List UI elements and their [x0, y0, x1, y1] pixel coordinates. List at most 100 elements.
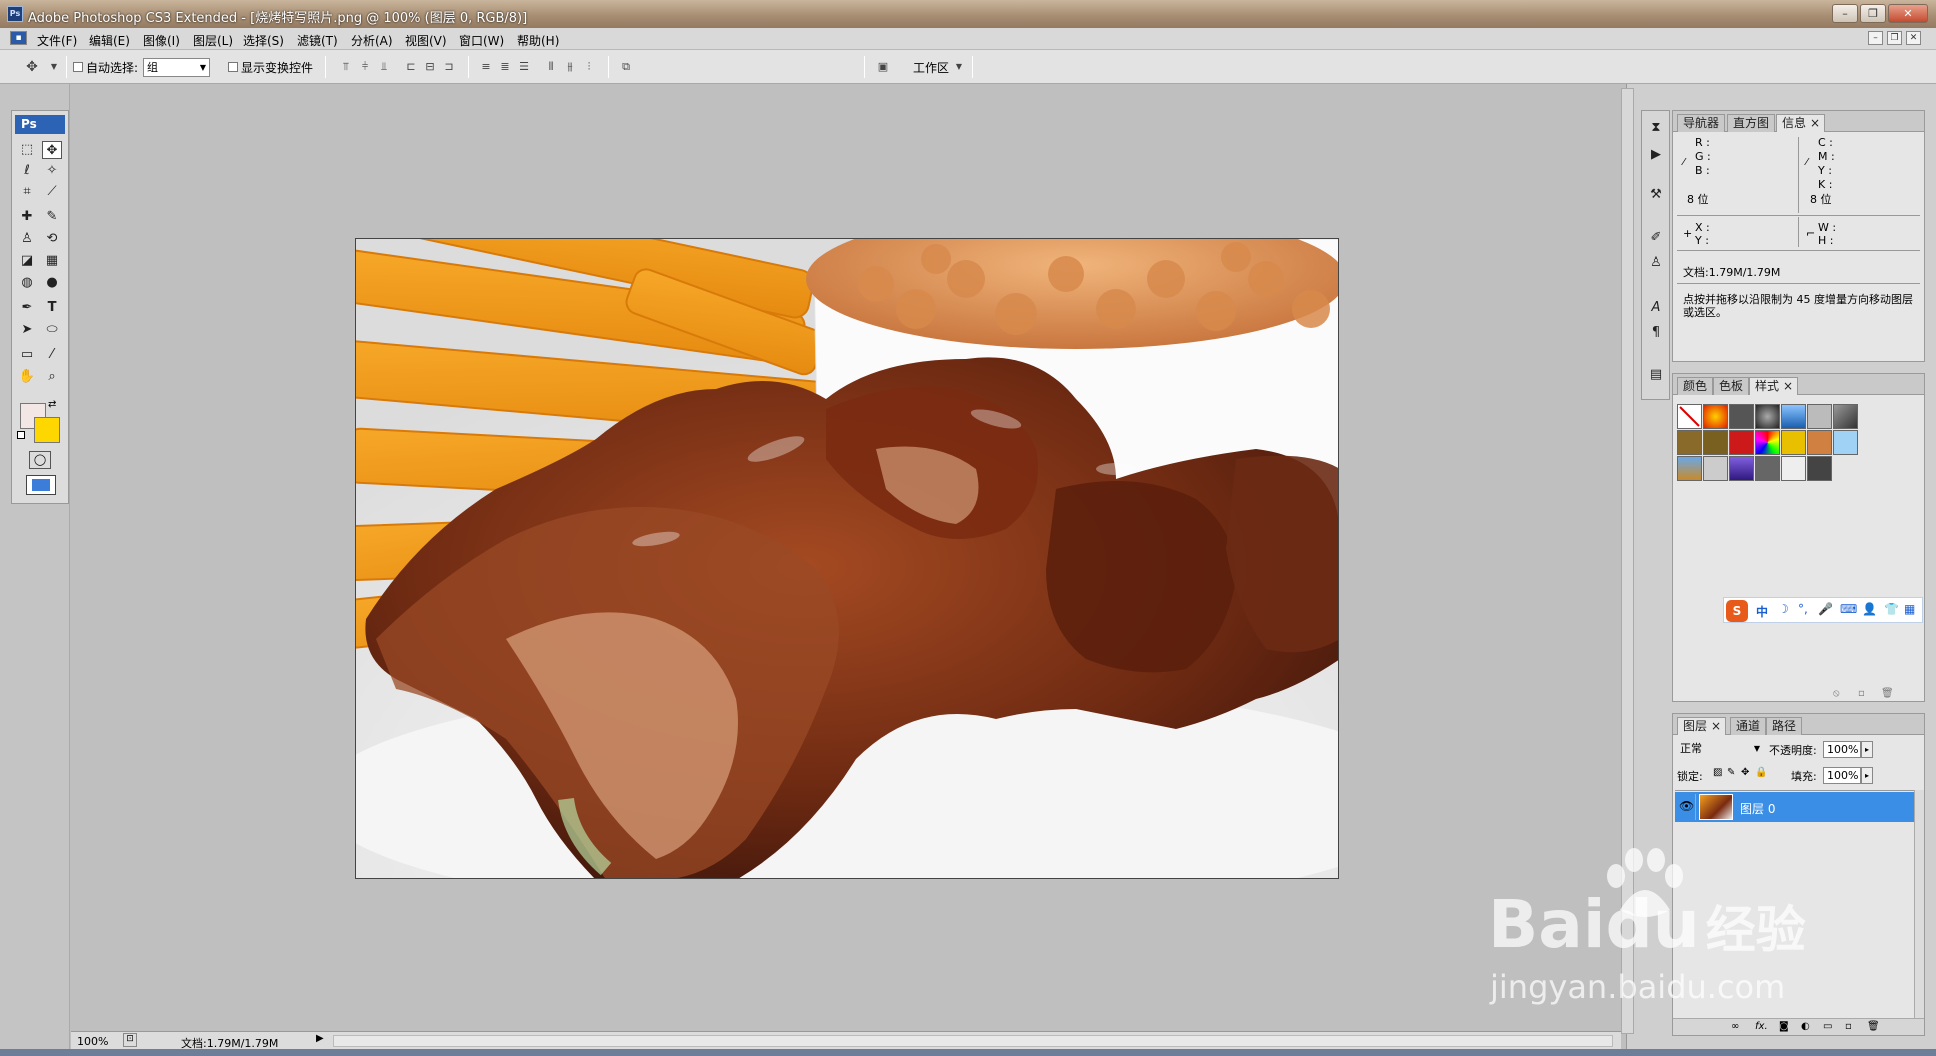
- gradient-tool-icon[interactable]: ▦: [42, 252, 62, 270]
- lock-transparent-icon[interactable]: ▨: [1713, 767, 1722, 778]
- style-swatch[interactable]: [1781, 430, 1806, 455]
- layer-mask-icon[interactable]: ◙: [1779, 1021, 1789, 1032]
- tab-styles[interactable]: 样式 ×: [1749, 377, 1799, 395]
- new-style-icon[interactable]: ▫: [1858, 688, 1865, 699]
- align-bottom-icon[interactable]: ⫫: [376, 60, 392, 74]
- move-tool-preset-icon[interactable]: ✥: [24, 60, 40, 74]
- visibility-eye-icon[interactable]: 👁: [1679, 799, 1694, 813]
- shape-tool-icon[interactable]: ⬭: [42, 321, 62, 339]
- horizontal-scrollbar[interactable]: [333, 1035, 1613, 1047]
- user-icon[interactable]: 👤: [1862, 602, 1877, 616]
- status-info-icon[interactable]: ⊡: [123, 1033, 137, 1047]
- lock-all-icon[interactable]: 🔒: [1755, 767, 1767, 778]
- magic-wand-tool-icon[interactable]: ✧: [42, 162, 62, 180]
- menu-select[interactable]: 选择(S): [243, 32, 284, 49]
- brushes-panel-icon[interactable]: ✐: [1646, 229, 1666, 247]
- opacity-input[interactable]: 100%: [1823, 741, 1861, 758]
- align-hcenter-icon[interactable]: ⊟: [422, 60, 438, 74]
- blend-mode-dropdown[interactable]: 正常 ▼: [1677, 740, 1764, 759]
- chevron-down-icon[interactable]: ▼: [46, 60, 62, 74]
- style-swatch[interactable]: [1781, 404, 1806, 429]
- restore-button[interactable]: ❐: [1860, 4, 1886, 23]
- style-swatch[interactable]: [1807, 430, 1832, 455]
- path-selection-tool-icon[interactable]: ➤: [17, 321, 37, 339]
- align-vcenter-icon[interactable]: ⫩: [357, 60, 373, 74]
- distribute-bottom-icon[interactable]: ☰: [516, 60, 532, 74]
- tab-swatches[interactable]: 色板: [1713, 377, 1750, 395]
- menu-edit[interactable]: 编辑(E): [89, 32, 130, 49]
- style-swatch[interactable]: [1703, 404, 1728, 429]
- close-button[interactable]: ✕: [1888, 4, 1928, 23]
- distribute-left-icon[interactable]: ⫴: [543, 60, 559, 74]
- layer-name[interactable]: 图层 0: [1740, 800, 1775, 817]
- menu-filter[interactable]: 滤镜(T): [297, 32, 338, 49]
- trash-icon[interactable]: 🗑: [1881, 688, 1894, 699]
- style-swatch[interactable]: [1807, 404, 1832, 429]
- show-transform-checkbox[interactable]: [228, 62, 238, 72]
- style-swatch[interactable]: [1755, 456, 1780, 481]
- close-icon[interactable]: ×: [1711, 718, 1721, 735]
- slice-tool-icon[interactable]: ⟋: [42, 183, 62, 201]
- menu-layer[interactable]: 图层(L): [193, 32, 233, 49]
- align-right-icon[interactable]: ⊐: [441, 60, 457, 74]
- style-swatch[interactable]: [1729, 430, 1754, 455]
- tab-channels[interactable]: 通道: [1730, 717, 1767, 735]
- style-swatch[interactable]: [1677, 456, 1702, 481]
- clone-source-panel-icon[interactable]: ♙: [1646, 254, 1666, 272]
- hand-tool-icon[interactable]: ✋: [17, 368, 37, 386]
- menu-analysis[interactable]: 分析(A): [351, 32, 393, 49]
- layer-comps-panel-icon[interactable]: ▤: [1646, 366, 1666, 384]
- history-brush-tool-icon[interactable]: ⟲: [42, 230, 62, 248]
- quick-mask-icon[interactable]: ◯: [29, 451, 51, 469]
- dodge-tool-icon[interactable]: ●: [42, 274, 62, 292]
- blur-tool-icon[interactable]: ◍: [17, 274, 37, 292]
- style-swatch[interactable]: [1807, 456, 1832, 481]
- tab-histogram[interactable]: 直方图: [1727, 114, 1776, 132]
- distribute-vcenter-icon[interactable]: ≣: [497, 60, 513, 74]
- align-left-icon[interactable]: ⊏: [403, 60, 419, 74]
- clear-style-icon[interactable]: ⦸: [1833, 688, 1840, 699]
- auto-select-dropdown[interactable]: 组 ▼: [143, 58, 210, 77]
- new-group-icon[interactable]: ▭: [1823, 1021, 1832, 1032]
- screen-mode-icon[interactable]: [26, 475, 56, 495]
- shirt-icon[interactable]: 👕: [1884, 602, 1899, 616]
- style-swatch[interactable]: [1833, 430, 1858, 455]
- bridge-icon[interactable]: ▣: [873, 60, 893, 74]
- auto-align-icon[interactable]: ⧉: [618, 60, 634, 74]
- style-swatch[interactable]: [1729, 456, 1754, 481]
- style-swatch[interactable]: [1755, 404, 1780, 429]
- lock-pixels-icon[interactable]: ✎: [1727, 767, 1735, 778]
- status-menu-arrow-icon[interactable]: ▶: [316, 1033, 324, 1044]
- menu-image[interactable]: 图像(I): [143, 32, 180, 49]
- adjustment-layer-icon[interactable]: ◐: [1801, 1021, 1810, 1032]
- zoom-tool-icon[interactable]: ⌕: [42, 368, 62, 386]
- lock-position-icon[interactable]: ✥: [1741, 767, 1749, 778]
- align-top-icon[interactable]: ⫪: [338, 60, 354, 74]
- close-icon[interactable]: ×: [1810, 115, 1820, 132]
- link-layers-icon[interactable]: ∞: [1731, 1021, 1739, 1032]
- ime-chinese-mode[interactable]: 中: [1756, 603, 1768, 620]
- doc-close-button[interactable]: ✕: [1906, 31, 1921, 45]
- zoom-level[interactable]: 100%: [77, 1035, 108, 1048]
- style-swatch[interactable]: [1677, 430, 1702, 455]
- auto-select-checkbox[interactable]: [73, 62, 83, 72]
- eraser-tool-icon[interactable]: ◪: [17, 252, 37, 270]
- close-icon[interactable]: ×: [1783, 378, 1793, 395]
- tab-paths[interactable]: 路径: [1766, 717, 1803, 735]
- style-swatch[interactable]: [1833, 404, 1858, 429]
- fx-icon[interactable]: fx.: [1755, 1021, 1768, 1032]
- style-none[interactable]: [1677, 404, 1702, 429]
- healing-brush-tool-icon[interactable]: ✚: [17, 208, 37, 226]
- swap-colors-icon[interactable]: ⇄: [48, 399, 56, 410]
- character-panel-icon[interactable]: A: [1646, 299, 1666, 317]
- menu-window[interactable]: 窗口(W): [459, 32, 504, 49]
- menu-view[interactable]: 视图(V): [405, 32, 447, 49]
- doc-minimize-button[interactable]: –: [1868, 31, 1883, 45]
- actions-panel-icon[interactable]: ▶: [1646, 146, 1666, 164]
- fill-slider-toggle[interactable]: ▸: [1861, 767, 1873, 784]
- workspace-button[interactable]: 工作区: [913, 59, 949, 76]
- minimize-button[interactable]: –: [1832, 4, 1858, 23]
- tab-info[interactable]: 信息 ×: [1776, 114, 1826, 132]
- move-tool-icon[interactable]: ✥: [42, 141, 62, 159]
- brush-tool-icon[interactable]: ✎: [42, 208, 62, 226]
